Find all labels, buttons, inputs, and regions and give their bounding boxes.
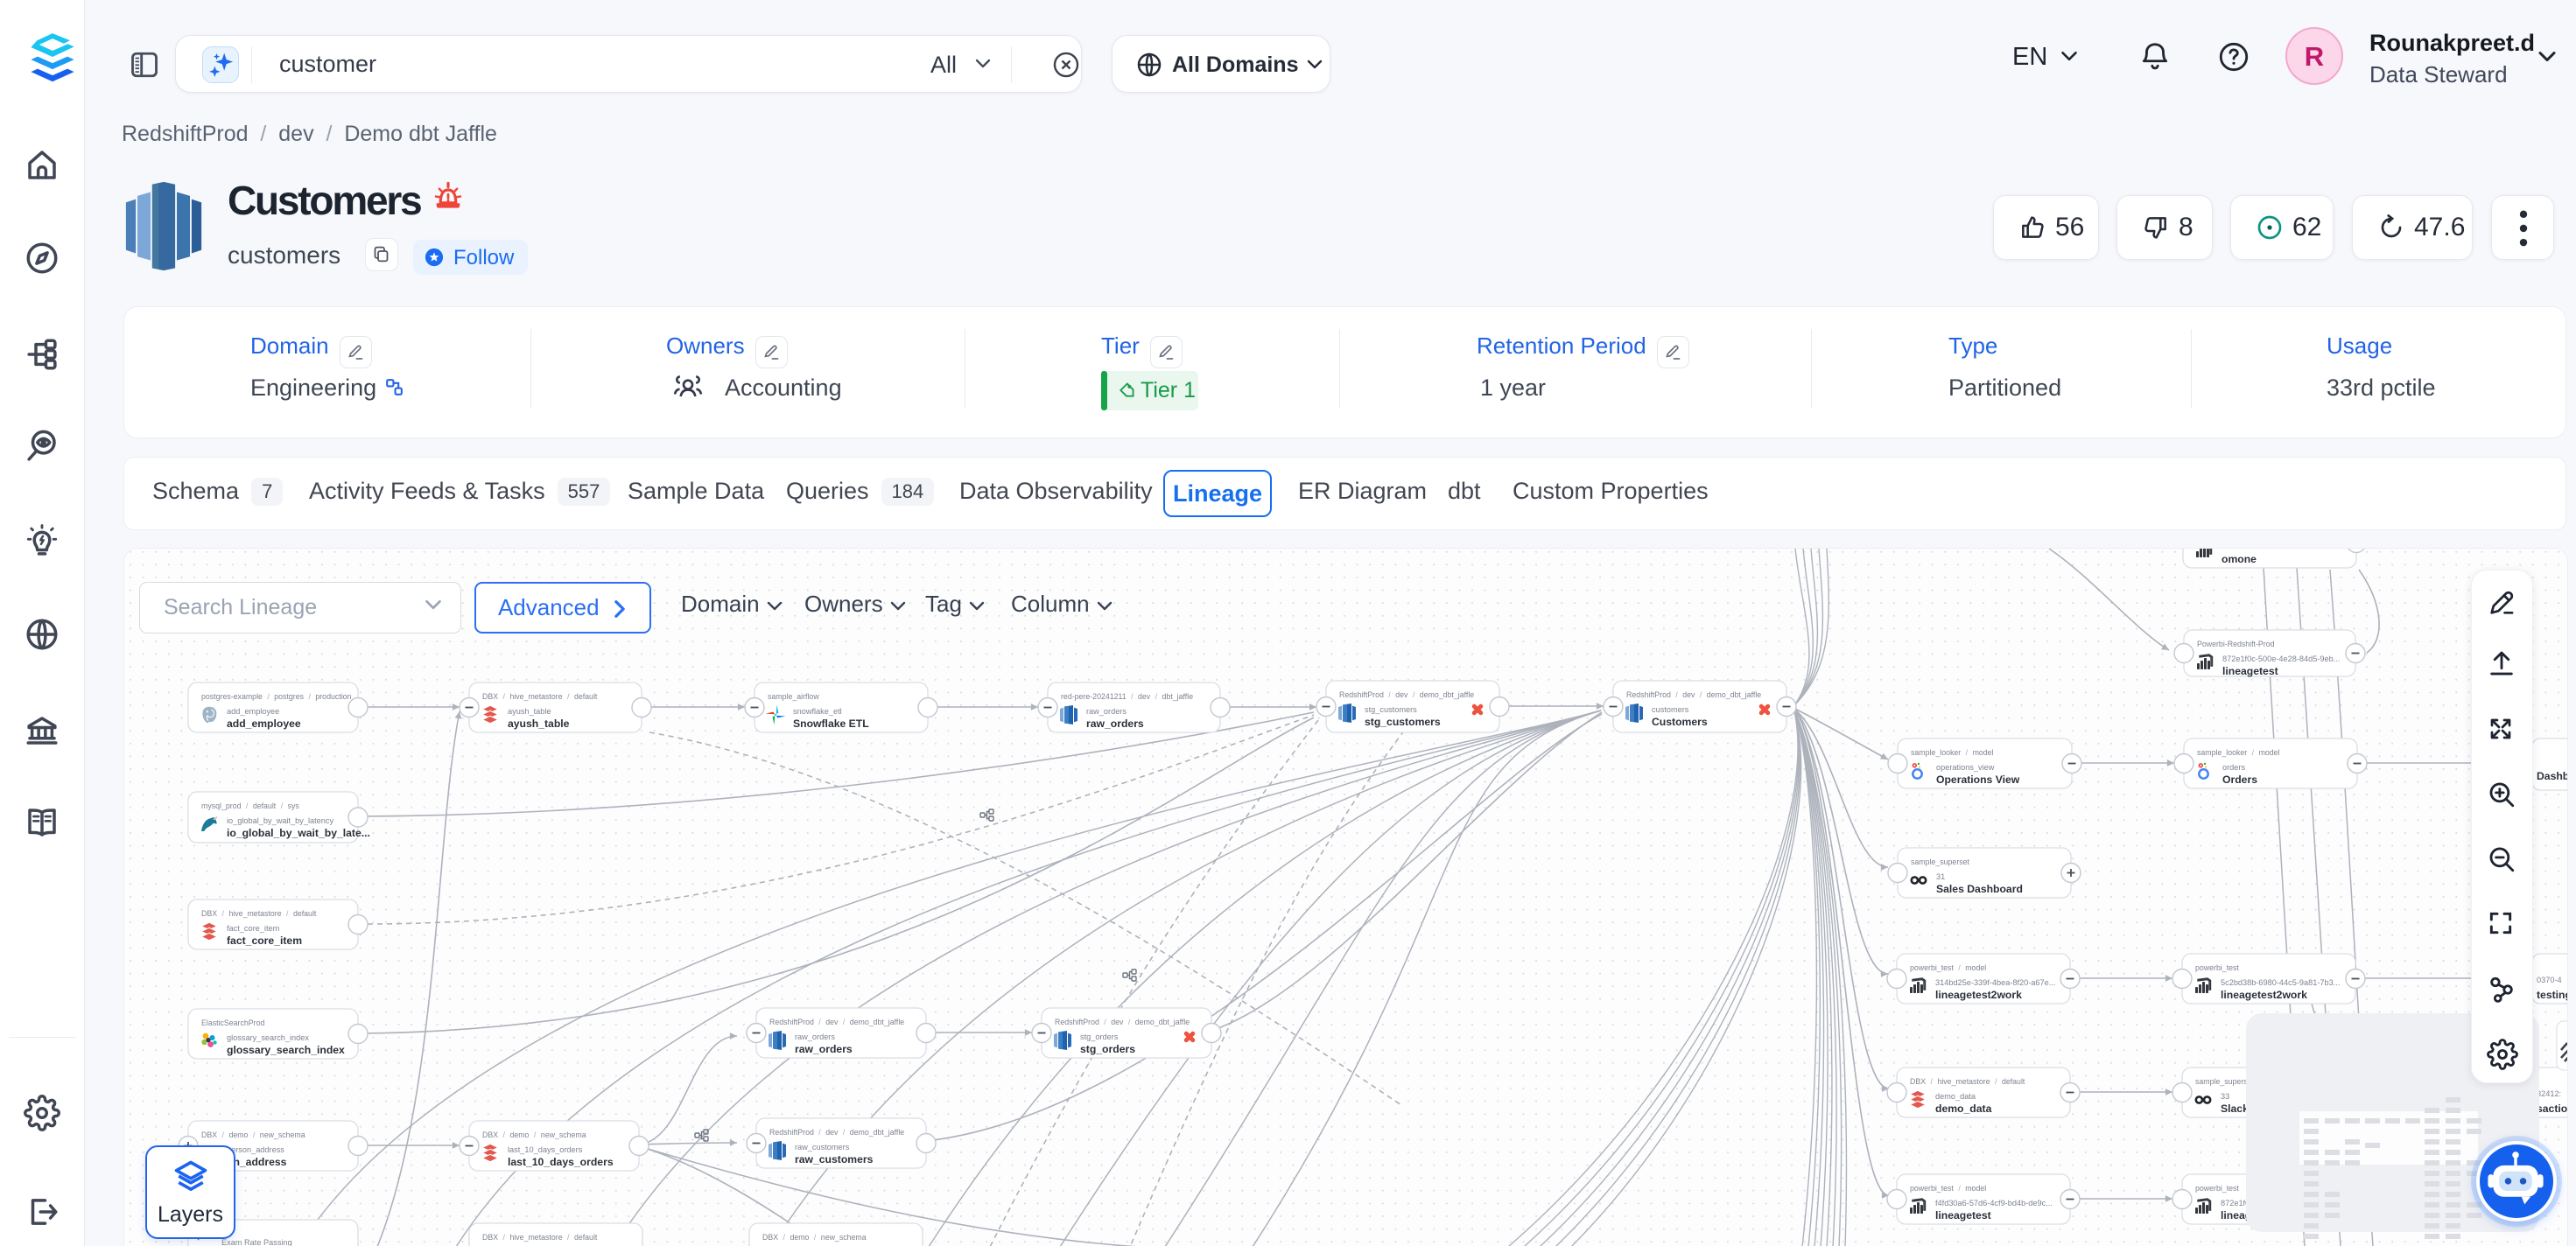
svg-text:omone: omone xyxy=(2222,553,2257,565)
svg-text:Customers: Customers xyxy=(1652,716,1708,728)
svg-text:sample_airflow: sample_airflow xyxy=(768,692,819,701)
svg-text:lineagetest: lineagetest xyxy=(2222,665,2278,677)
svg-text:314bd25e-339f-4bea-8f20-a67e..: 314bd25e-339f-4bea-8f20-a67e... xyxy=(1935,978,2055,987)
svg-text:ayush_table: ayush_table xyxy=(508,707,551,716)
svg-text:powerbi_test: powerbi_test xyxy=(2195,1184,2239,1193)
svg-text:on_address: on_address xyxy=(227,1156,287,1168)
svg-text:customers: customers xyxy=(1652,705,1689,714)
svg-text:Exam Rate Passing: Exam Rate Passing xyxy=(221,1238,292,1246)
svg-text:operations_view: operations_view xyxy=(1936,763,1995,772)
svg-text:RedshiftProd / dev / demo_dbt_: RedshiftProd / dev / demo_dbt_jaffle xyxy=(1339,690,1474,699)
svg-text:Powerbi-Redshift-Prod: Powerbi-Redshift-Prod xyxy=(2197,640,2275,648)
svg-text:last_10_days_orders: last_10_days_orders xyxy=(508,1156,614,1168)
svg-text:DBX / demo / new_schema: DBX / demo / new_schema xyxy=(762,1233,867,1242)
svg-text:person_address: person_address xyxy=(227,1145,284,1154)
svg-text:5c2bd38b-6980-44c5-9a81-7b3...: 5c2bd38b-6980-44c5-9a81-7b3... xyxy=(2221,978,2340,987)
svg-text:f4fd30a6-57d6-4cf9-bd4b-de9c..: f4fd30a6-57d6-4cf9-bd4b-de9c... xyxy=(1935,1199,2053,1208)
svg-text:powerbi_test: powerbi_test xyxy=(2195,963,2239,972)
svg-text:DBX / demo / new_schema: DBX / demo / new_schema xyxy=(482,1130,586,1139)
svg-text:stg_customers: stg_customers xyxy=(1365,705,1417,714)
svg-text:lineagetest: lineagetest xyxy=(1935,1209,1991,1222)
svg-text:RedshiftProd / dev / demo_dbt_: RedshiftProd / dev / demo_dbt_jaffle xyxy=(1626,690,1761,699)
svg-text:glossary_search_index: glossary_search_index xyxy=(227,1033,309,1042)
svg-text:orders: orders xyxy=(2222,763,2245,772)
svg-text:last_10_days_orders: last_10_days_orders xyxy=(508,1145,583,1154)
svg-text:33: 33 xyxy=(2221,1092,2229,1101)
svg-text:RedshiftProd / dev / demo_dbt_: RedshiftProd / dev / demo_dbt_jaffle xyxy=(769,1128,904,1137)
svg-text:sample_superset: sample_superset xyxy=(1911,858,1970,866)
svg-text:stg_orders: stg_orders xyxy=(1080,1032,1119,1041)
svg-text:add_employee: add_employee xyxy=(227,718,301,730)
svg-text:fact_core_item: fact_core_item xyxy=(227,934,302,947)
svg-text:sample_looker / model: sample_looker / model xyxy=(2197,748,2280,757)
svg-text:DBX / demo / new_schema: DBX / demo / new_schema xyxy=(201,1130,305,1139)
svg-text:demo_data: demo_data xyxy=(1935,1092,1976,1101)
svg-text:raw_customers: raw_customers xyxy=(795,1143,850,1152)
svg-text:raw_orders: raw_orders xyxy=(795,1032,835,1041)
svg-text:sactio: sactio xyxy=(2537,1102,2567,1115)
svg-text:Sales Dashboard: Sales Dashboard xyxy=(1936,883,2023,895)
svg-text:testing: testing xyxy=(2537,989,2568,1001)
svg-text:stg_orders: stg_orders xyxy=(1080,1043,1135,1055)
svg-text:glossary_search_index: glossary_search_index xyxy=(227,1044,345,1056)
svg-text:io_global_by_wait_by_latency: io_global_by_wait_by_latency xyxy=(227,816,333,825)
svg-text:io_global_by_wait_by_late...: io_global_by_wait_by_late... xyxy=(227,827,370,839)
svg-text:RedshiftProd / dev / demo_dbt_: RedshiftProd / dev / demo_dbt_jaffle xyxy=(1055,1018,1190,1026)
svg-text:powerbi_test / model: powerbi_test / model xyxy=(1910,1184,1986,1193)
svg-text:add_employee: add_employee xyxy=(227,707,279,716)
svg-text:raw_orders: raw_orders xyxy=(1086,718,1144,730)
svg-text:raw_orders: raw_orders xyxy=(795,1043,853,1055)
svg-text:stg_customers: stg_customers xyxy=(1365,716,1441,728)
svg-text:demo_data: demo_data xyxy=(1935,1102,1992,1115)
svg-text:872e1f0c-500e-4e28-84d5-9eb...: 872e1f0c-500e-4e28-84d5-9eb... xyxy=(2222,654,2340,663)
svg-text:fact_core_item: fact_core_item xyxy=(227,924,280,933)
svg-text:lineagetest2work: lineagetest2work xyxy=(2221,989,2307,1001)
svg-text:ElasticSearchProd: ElasticSearchProd xyxy=(201,1018,264,1027)
svg-text:31: 31 xyxy=(1936,872,1945,881)
svg-text:postgres-example / postgres /: postgres-example / postgres / production xyxy=(201,692,352,701)
svg-text:Operations View: Operations View xyxy=(1936,774,2020,786)
svg-text:RedshiftProd / dev / demo_dbt_: RedshiftProd / dev / demo_dbt_jaffle xyxy=(769,1018,904,1026)
svg-text:sample_looker / model: sample_looker / model xyxy=(1911,748,1994,757)
svg-text:0370-4: 0370-4 xyxy=(2537,976,2562,984)
svg-text:snowflake_etl: snowflake_etl xyxy=(793,707,842,716)
svg-text:Snowflake ETL: Snowflake ETL xyxy=(793,718,869,730)
svg-text:lineagetest2work: lineagetest2work xyxy=(1935,989,2022,1001)
svg-text:Dashbo: Dashbo xyxy=(2537,770,2568,782)
svg-text:32412:: 32412: xyxy=(2537,1089,2561,1098)
svg-text:Orders: Orders xyxy=(2222,774,2257,786)
svg-text:powerbi_test / model: powerbi_test / model xyxy=(1910,963,1986,972)
svg-text:raw_orders: raw_orders xyxy=(1086,707,1127,716)
svg-text:raw_customers: raw_customers xyxy=(795,1153,874,1166)
svg-text:ayush_table: ayush_table xyxy=(508,718,570,730)
